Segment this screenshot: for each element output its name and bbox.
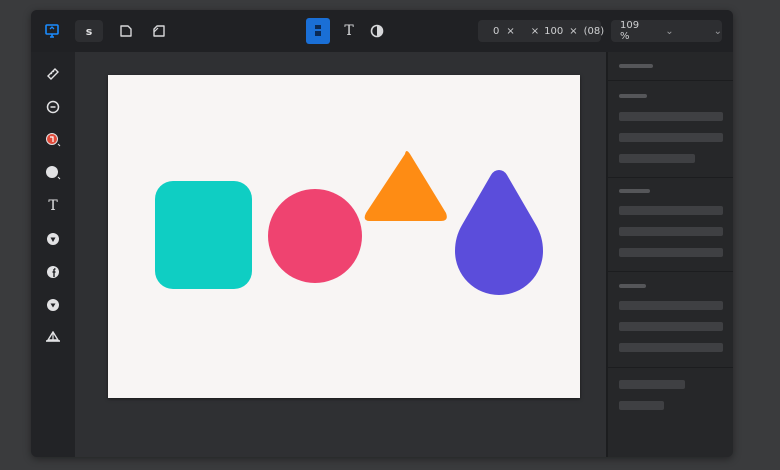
minus-circle-icon[interactable] (42, 96, 64, 118)
workspace (75, 52, 606, 457)
pink-circle[interactable] (268, 189, 362, 283)
panel-section-4 (608, 368, 733, 456)
top-toolbar: s T 0 × × 100 × (08) 109 % ⌄ ⌄ (31, 10, 733, 52)
ruler-icon[interactable] (42, 63, 64, 85)
property-field[interactable] (619, 401, 664, 410)
facebook-icon[interactable] (42, 261, 64, 283)
width-field[interactable]: 100 (544, 26, 563, 37)
property-field[interactable] (619, 154, 695, 163)
properties-panel (606, 52, 733, 457)
panel-section-2 (608, 178, 733, 272)
extra-field[interactable]: (08) (584, 26, 605, 37)
heart-shield-icon[interactable] (42, 294, 64, 316)
chevron-down-icon: ⌄ (665, 25, 674, 37)
text-glyph: T (344, 23, 354, 39)
section-title (619, 284, 646, 288)
x-separator: × (506, 25, 515, 37)
property-field[interactable] (619, 206, 723, 215)
property-field[interactable] (619, 133, 723, 142)
teal-rounded-square[interactable] (155, 181, 252, 289)
s-tool-button[interactable]: s (75, 20, 103, 42)
property-field[interactable] (619, 343, 723, 352)
position-fields: 0 × × 100 × (08) (478, 20, 604, 42)
document-icon[interactable] (306, 18, 330, 44)
boat-icon[interactable] (42, 327, 64, 349)
menu-chevron-icon[interactable]: ⌄ (714, 26, 722, 37)
property-field[interactable] (619, 112, 723, 121)
editor-window: s T 0 × × 100 × (08) 109 % ⌄ ⌄ T (31, 10, 733, 457)
artboard[interactable] (108, 75, 580, 398)
text-tool-glyph: T (48, 198, 58, 214)
panel-section-1 (608, 81, 733, 178)
panel-title (619, 64, 653, 68)
square-icon[interactable] (115, 21, 137, 41)
x-separator-2: × (530, 25, 540, 37)
crop-icon[interactable] (148, 21, 170, 41)
left-toolbar: T (31, 52, 75, 457)
text-tool-icon[interactable]: T (42, 195, 64, 217)
x-field[interactable]: 0 (493, 26, 499, 37)
property-field[interactable] (619, 322, 723, 331)
property-field[interactable] (619, 227, 723, 236)
purple-drop[interactable] (455, 170, 543, 295)
fill-icon[interactable] (367, 21, 387, 41)
zoom-dropdown[interactable]: 109 % ⌄ ⌄ (611, 20, 722, 42)
section-title (619, 94, 647, 98)
shield-icon[interactable] (42, 228, 64, 250)
section-title (619, 189, 650, 193)
property-field[interactable] (619, 248, 723, 257)
circle-tool-icon[interactable] (42, 162, 64, 184)
property-field[interactable] (619, 380, 685, 389)
color-circle-icon[interactable] (42, 129, 64, 151)
panel-header (608, 52, 733, 81)
orange-triangle[interactable] (364, 151, 447, 221)
w-separator: × (569, 25, 578, 37)
panel-section-3 (608, 272, 733, 368)
s-icon: s (85, 24, 93, 38)
text-icon[interactable]: T (339, 21, 359, 41)
property-field[interactable] (619, 301, 723, 310)
zoom-value: 109 % (620, 20, 640, 42)
monitor-icon[interactable] (41, 21, 63, 41)
